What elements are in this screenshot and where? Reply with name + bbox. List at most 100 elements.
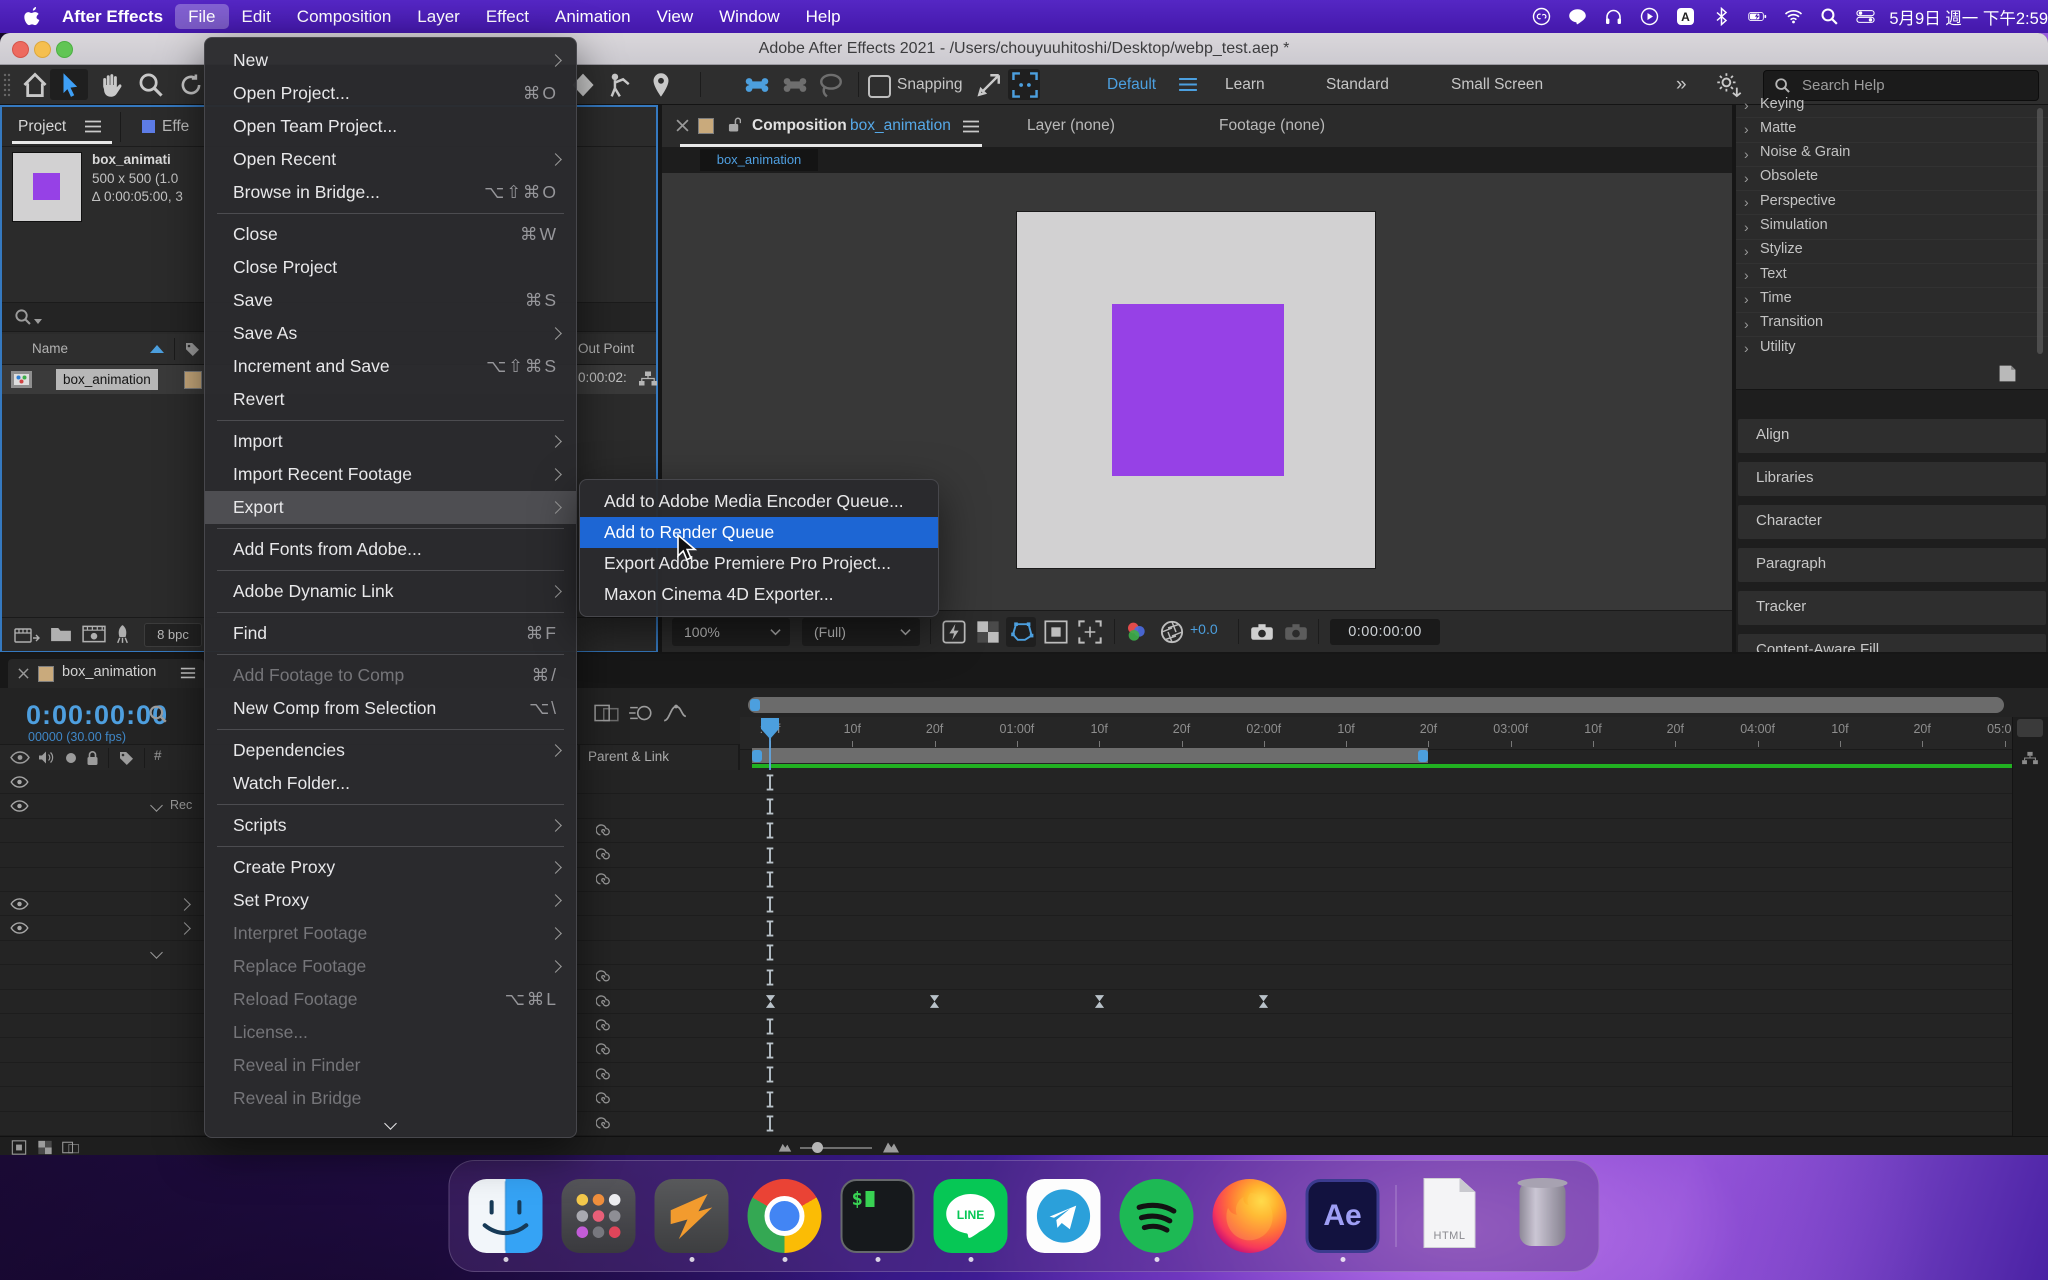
file-menu-item-open-project[interactable]: Open Project...⌘O <box>205 77 576 110</box>
sort-ascending-icon[interactable] <box>150 345 164 353</box>
navigator-start-grip[interactable] <box>750 699 760 711</box>
menubar-menu-help[interactable]: Help <box>793 4 854 29</box>
file-menu-item-add-fonts-from-adobe[interactable]: Add Fonts from Adobe... <box>205 533 576 566</box>
region-of-interest-icon[interactable] <box>1012 72 1038 98</box>
workspace-menu-icon[interactable] <box>1178 77 1198 92</box>
layer-visibility-eye-icon[interactable] <box>10 800 29 812</box>
file-menu-item-open-team-project[interactable]: Open Team Project... <box>205 110 576 143</box>
hand-tool-icon[interactable] <box>98 72 124 98</box>
parent-pickwhip-icon[interactable] <box>596 1018 612 1034</box>
file-menu-item-new[interactable]: New <box>205 44 576 77</box>
menubar-clock[interactable]: 5月9日 週一 下午2:59 <box>1889 5 2048 29</box>
play-circle-icon[interactable] <box>1640 7 1659 26</box>
effects-category-transition[interactable]: ›Transition <box>1736 312 2048 337</box>
effects-category-noise-grain[interactable]: ›Noise & Grain <box>1736 142 2048 167</box>
file-menu-item-import[interactable]: Import <box>205 425 576 458</box>
effects-category-simulation[interactable]: ›Simulation <box>1736 215 2048 240</box>
zoom-slider-knob[interactable] <box>812 1142 823 1153</box>
file-menu-item-set-proxy[interactable]: Set Proxy <box>205 884 576 917</box>
bluetooth-icon[interactable] <box>1712 7 1731 26</box>
file-menu-item-import-recent-footage[interactable]: Import Recent Footage <box>205 458 576 491</box>
parent-pickwhip-icon[interactable] <box>596 847 612 863</box>
parent-pickwhip-icon[interactable] <box>596 823 612 839</box>
interpret-footage-icon[interactable] <box>14 625 40 644</box>
effects-category-utility[interactable]: ›Utility <box>1736 336 2048 359</box>
menu-more-indicator[interactable] <box>205 1115 576 1133</box>
effects-category-keying[interactable]: ›Keying <box>1736 105 2048 118</box>
menubar-menu-view[interactable]: View <box>644 4 707 29</box>
home-tool-icon[interactable] <box>22 72 48 98</box>
control-center-icon[interactable] <box>1856 7 1875 26</box>
effects-category-matte[interactable]: ›Matte <box>1736 117 2048 142</box>
dock-icon-terminal[interactable]: $ <box>838 1176 918 1256</box>
apple-menu-icon[interactable] <box>22 7 40 27</box>
dock-icon-sublime-merge[interactable] <box>652 1176 732 1256</box>
export-menu-item-maxon-cinema-4d-exporter[interactable]: Maxon Cinema 4D Exporter... <box>580 579 938 610</box>
zoom-in-icon[interactable] <box>882 1139 900 1154</box>
timeline-zoom-slider[interactable] <box>800 1147 872 1149</box>
label-column-icon[interactable] <box>118 750 134 766</box>
flowchart-icon[interactable] <box>638 370 658 387</box>
layer-visibility-eye-icon[interactable] <box>10 776 29 788</box>
audio-column-icon[interactable] <box>38 750 54 765</box>
effects-category-text[interactable]: ›Text <box>1736 263 2048 288</box>
label-color-swatch[interactable] <box>184 371 202 389</box>
show-snapshot-icon[interactable] <box>1284 620 1308 644</box>
panel-header-character[interactable]: Character <box>1738 505 2046 539</box>
file-menu-item-revert[interactable]: Revert <box>205 383 576 416</box>
dock-icon-firefox[interactable] <box>1210 1176 1290 1256</box>
export-menu-item-export-adobe-premiere-pro-project[interactable]: Export Adobe Premiere Pro Project... <box>580 548 938 579</box>
region-of-interest-icon[interactable] <box>1044 620 1068 644</box>
search-icon[interactable] <box>1820 7 1839 26</box>
parent-pickwhip-icon[interactable] <box>596 994 612 1010</box>
menubar-menu-edit[interactable]: Edit <box>229 4 284 29</box>
graph-editor-icon[interactable] <box>662 702 688 724</box>
file-menu-item-save[interactable]: Save⌘S <box>205 284 576 317</box>
puppet-pin-tool-icon[interactable] <box>648 72 674 98</box>
dock-icon-telegram[interactable] <box>1024 1176 1104 1256</box>
label-column-icon[interactable] <box>184 341 200 357</box>
frame-blend-icon[interactable] <box>594 702 620 724</box>
transparency-grid-icon[interactable] <box>976 620 1000 644</box>
layer-visibility-eye-icon[interactable] <box>10 898 29 910</box>
parent-pickwhip-icon[interactable] <box>596 1091 612 1107</box>
menubar-menu-file[interactable]: File <box>175 4 228 29</box>
work-area-start-grip[interactable] <box>752 750 762 762</box>
transfer-controls-toggle-icon[interactable] <box>36 1140 54 1155</box>
battery-icon[interactable] <box>1748 7 1767 26</box>
file-menu-item-open-recent[interactable]: Open Recent <box>205 143 576 176</box>
menubar-menu-animation[interactable]: Animation <box>542 4 644 29</box>
effects-category-perspective[interactable]: ›Perspective <box>1736 190 2048 215</box>
workspace-tab-small-screen[interactable]: Small Screen <box>1451 65 1543 104</box>
workspace-tab-standard[interactable]: Standard <box>1326 65 1389 104</box>
close-tab-icon[interactable] <box>18 668 29 679</box>
dock-icon-after-effects[interactable]: Ae <box>1303 1176 1383 1256</box>
comp-mini-flowchart-icon[interactable] <box>2021 751 2039 765</box>
guides-grid-icon[interactable] <box>1078 620 1102 644</box>
roto-brush-tool-icon[interactable] <box>606 72 632 98</box>
toolbar-grip-icon[interactable] <box>3 72 11 98</box>
menubar-menu-composition[interactable]: Composition <box>284 4 405 29</box>
file-menu-item-export[interactable]: Export <box>205 491 576 524</box>
rig-tool-icon[interactable] <box>744 72 770 98</box>
tab-composition-label[interactable]: Composition <box>752 105 847 147</box>
panel-menu-icon[interactable] <box>180 667 196 679</box>
keyframe-icon[interactable] <box>765 994 776 1009</box>
chevron-right-icon[interactable] <box>178 923 191 936</box>
input-source-icon[interactable]: A <box>1676 7 1695 26</box>
parent-pickwhip-icon[interactable] <box>596 1116 612 1132</box>
file-menu-item-watch-folder[interactable]: Watch Folder... <box>205 767 576 800</box>
tab-effect-controls[interactable]: Effe <box>162 107 189 146</box>
lock-column-icon[interactable] <box>86 750 99 766</box>
file-menu-item-save-as[interactable]: Save As <box>205 317 576 350</box>
export-menu-item-add-to-render-queue[interactable]: Add to Render Queue <box>580 517 938 548</box>
panel-menu-icon[interactable] <box>962 120 980 133</box>
menubar-app-name[interactable]: After Effects <box>50 4 175 30</box>
dock-icon-chrome[interactable] <box>745 1176 825 1256</box>
effects-category-obsolete[interactable]: ›Obsolete <box>1736 166 2048 191</box>
video-column-icon[interactable] <box>10 750 30 765</box>
rocket-icon[interactable] <box>114 624 131 644</box>
channel-icon[interactable] <box>1124 620 1148 644</box>
scrollbar[interactable] <box>2037 108 2043 354</box>
menubar-menu-layer[interactable]: Layer <box>404 4 473 29</box>
